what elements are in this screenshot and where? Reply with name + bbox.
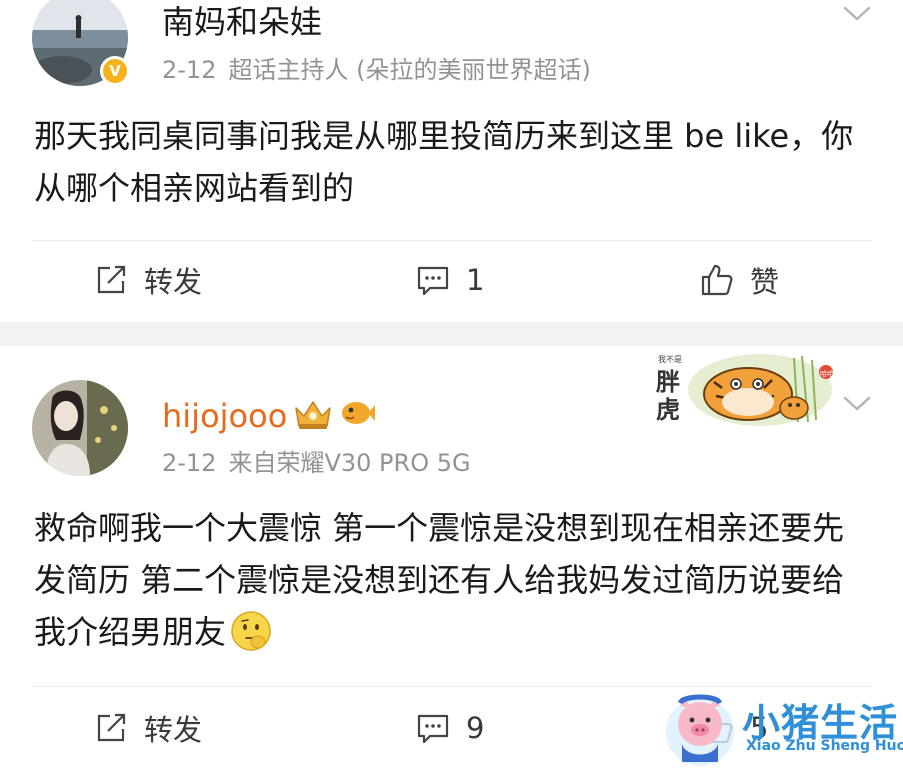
like-icon <box>701 264 733 296</box>
post-meta: 2-12 超话主持人 (朵拉的美丽世界超话) <box>162 55 591 85</box>
sticker-big-text-1: 胖 <box>656 368 680 396</box>
source-prefix: 来自 <box>228 449 277 477</box>
sticker-small-text: 我不是 <box>658 354 682 364</box>
tiger-sticker: 我不是 胖 虎 哈哈 <box>652 352 838 428</box>
post-date: 2-12 <box>162 56 217 84</box>
post-date: 2-12 <box>162 449 217 477</box>
sticker-seal-text: 哈哈 <box>820 369 834 378</box>
post-separator <box>0 322 903 346</box>
chevron-down-icon[interactable] <box>842 4 872 24</box>
source-device[interactable]: 荣耀V30 PRO 5G <box>276 449 470 477</box>
verified-badge-icon: V <box>100 56 130 86</box>
repost-icon <box>97 265 126 294</box>
comment-button[interactable]: 1 <box>416 260 484 300</box>
username[interactable]: hijojooo <box>162 396 287 436</box>
repost-label: 转发 <box>144 265 203 299</box>
repost-label: 转发 <box>144 713 203 747</box>
comment-icon <box>417 266 449 296</box>
post-meta: 2-12 来自荣耀V30 PRO 5G <box>162 448 471 478</box>
fish-badge-icon <box>342 402 375 424</box>
post-content-text: 救命啊我一个大震惊 第一个震惊是没想到现在相亲还要先发简历 第二个震惊是没想到还… <box>34 509 845 651</box>
comment-icon <box>417 714 449 744</box>
comment-count: 9 <box>466 711 485 745</box>
avatar[interactable] <box>32 380 128 476</box>
crown-badge-icon <box>295 401 331 429</box>
post-content: 那天我同桌同事问我是从哪里投简历来到这里 be like，你从哪个相亲网站看到的 <box>34 117 854 207</box>
user-role[interactable]: 超话主持人 (朵拉的美丽世界超话) <box>228 56 590 84</box>
post-card: V 南妈和朵娃 2-12 超话主持人 (朵拉的美丽世界超话) 那天我同桌同事问我是… <box>0 0 903 322</box>
repost-button[interactable]: 转发 <box>94 708 202 748</box>
post-content: 救命啊我一个大震惊 第一个震惊是没想到现在相亲还要先发简历 第二个震惊是没想到还… <box>34 502 874 658</box>
comment-count: 1 <box>466 263 485 297</box>
divider <box>32 240 872 241</box>
watermark-logo: 小猪生活 Xiao Zhu Sheng Huo <box>662 684 903 769</box>
username[interactable]: 南妈和朵娃 <box>162 2 322 42</box>
like-label: 赞 <box>750 265 780 299</box>
chevron-down-icon[interactable] <box>842 394 872 414</box>
watermark-subtitle: Xiao Zhu Sheng Huo <box>746 738 903 754</box>
repost-button[interactable]: 转发 <box>94 260 202 300</box>
sticker-big-text-2: 虎 <box>656 396 680 424</box>
repost-icon <box>97 713 126 742</box>
like-button[interactable]: 赞 <box>700 260 779 300</box>
thinking-emoji-icon <box>231 611 271 651</box>
comment-button[interactable]: 9 <box>416 708 484 748</box>
